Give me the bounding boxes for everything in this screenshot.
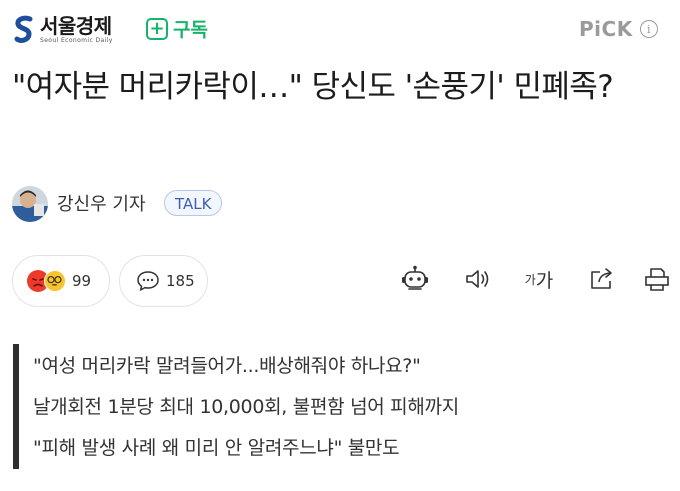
- subscribe-button[interactable]: + 구독: [146, 15, 208, 42]
- print-icon: [643, 266, 671, 292]
- speaker-icon: [464, 267, 492, 291]
- reporter-name[interactable]: 강신우 기자: [57, 190, 146, 216]
- plus-icon: +: [146, 17, 168, 40]
- article-summary: "여성 머리카락 말려들어가...배상해줘야 하나요?" 날개회전 1분당 최대…: [33, 346, 459, 469]
- text-to-speech-button[interactable]: [463, 264, 493, 294]
- emotion-count: 99: [72, 272, 92, 290]
- seoul-economic-logo-icon: [14, 15, 34, 45]
- print-button[interactable]: [642, 264, 672, 294]
- article-headline: "여자분 머리카락이…" 당신도 '손풍기' 민폐족?: [12, 69, 614, 105]
- info-icon[interactable]: i: [639, 20, 658, 38]
- emotion-reaction-button[interactable]: 99: [12, 255, 110, 307]
- logo-subtitle: Seoul Economic Daily: [40, 37, 113, 44]
- share-button[interactable]: [587, 264, 617, 294]
- pick-badge: PiCK i: [579, 17, 658, 41]
- font-size-button[interactable]: 가가: [522, 264, 556, 294]
- summary-bar: [13, 344, 19, 469]
- share-icon: [588, 266, 616, 292]
- glasses-face-icon: [44, 270, 66, 292]
- press-logo[interactable]: 서울경제 Seoul Economic Daily: [14, 13, 113, 47]
- summary-line: "여성 머리카락 말려들어가...배상해줘야 하나요?": [33, 355, 421, 377]
- font-size-small: 가: [524, 272, 536, 287]
- subscribe-label: 구독: [173, 19, 208, 41]
- pick-label: PiCK: [579, 17, 633, 41]
- talk-button[interactable]: TALK: [164, 190, 223, 216]
- summary-line: 날개회전 1분당 최대 10,000회, 불편함 넘어 피해까지: [33, 396, 459, 418]
- comment-count: 185: [166, 272, 195, 290]
- comment-button[interactable]: 185: [119, 255, 208, 307]
- reporter-avatar[interactable]: [12, 186, 48, 222]
- robot-icon: [400, 265, 430, 293]
- logo-name: 서울경제: [40, 14, 112, 38]
- comment-icon: [136, 270, 160, 292]
- summary-line: "피해 발생 사례 왜 미리 안 알려주느냐" 불만도: [33, 437, 400, 459]
- font-size-large: 가: [535, 269, 554, 292]
- summary-bot-button[interactable]: [400, 264, 430, 294]
